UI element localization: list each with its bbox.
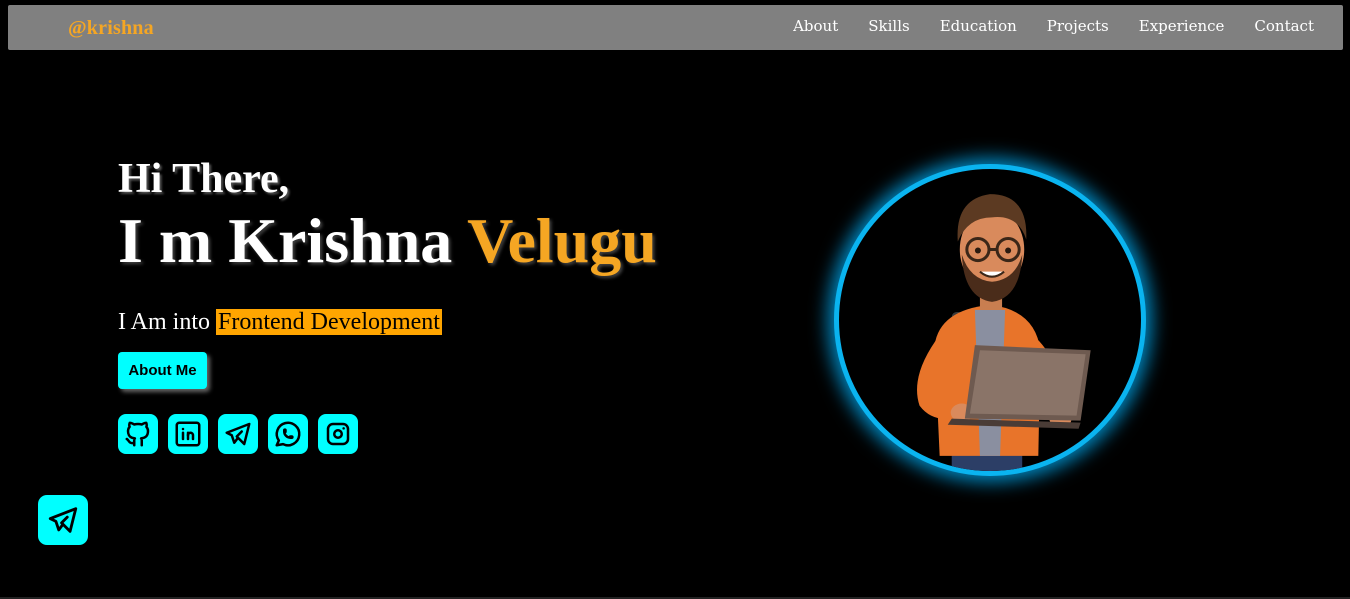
whatsapp-link[interactable] (268, 414, 308, 454)
hero-name: I m Krishna Velugu (118, 203, 657, 279)
hero-name-accent: Velugu (467, 205, 657, 276)
role-prefix: I Am into (118, 309, 211, 335)
nav-link-projects[interactable]: Projects (1047, 17, 1109, 35)
nav-link-skills[interactable]: Skills (868, 17, 909, 35)
instagram-icon (326, 422, 350, 446)
instagram-link[interactable] (318, 414, 358, 454)
role-typed-text: Frontend Development (216, 309, 442, 335)
social-links (118, 414, 358, 454)
developer-avatar-illustration (917, 194, 1091, 471)
linkedin-link[interactable] (168, 414, 208, 454)
whatsapp-icon (275, 421, 301, 447)
nav-link-contact[interactable]: Contact (1254, 17, 1314, 35)
telegram-link[interactable] (218, 414, 258, 454)
brand-logo-link[interactable]: @krishna (68, 17, 154, 40)
telegram-icon (48, 507, 78, 533)
nav-link-education[interactable]: Education (940, 17, 1017, 35)
hero-heading: Hi There, I m Krishna Velugu (118, 155, 657, 279)
github-link[interactable] (118, 414, 158, 454)
navbar: @krishna About Skills Education Projects… (8, 5, 1343, 50)
hero-name-prefix: I m Krishna (118, 205, 453, 276)
profile-avatar (834, 164, 1146, 476)
about-me-button[interactable]: About Me (118, 352, 207, 389)
hero-greeting: Hi There, (118, 156, 290, 202)
nav-link-about[interactable]: About (793, 17, 838, 35)
floating-telegram-button[interactable] (38, 495, 88, 545)
nav-links: About Skills Education Projects Experien… (793, 17, 1314, 35)
nav-link-experience[interactable]: Experience (1139, 17, 1225, 35)
telegram-icon (225, 422, 251, 446)
linkedin-icon (175, 421, 201, 447)
github-icon (125, 421, 150, 447)
hero-role: I Am into Frontend Development (118, 307, 442, 337)
